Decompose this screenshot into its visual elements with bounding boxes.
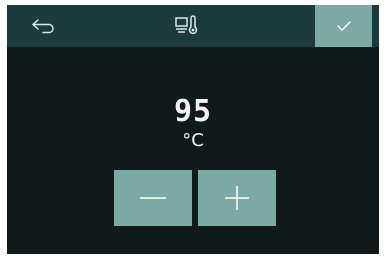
back-button[interactable] [17, 9, 71, 43]
temperature-setpoint-screen: 95 °C [7, 5, 379, 254]
temperature-unit: °C [182, 130, 204, 151]
checkmark-icon [336, 21, 351, 31]
minus-icon [140, 196, 166, 200]
increase-button[interactable] [198, 170, 276, 226]
back-arrow-icon [31, 18, 57, 34]
temperature-value: 95 [173, 94, 213, 129]
confirm-button[interactable] [315, 5, 372, 47]
core-probe-thermometer-icon [167, 11, 207, 41]
decrease-button[interactable] [114, 170, 192, 226]
plus-icon [225, 186, 249, 210]
header-bar [7, 5, 379, 47]
